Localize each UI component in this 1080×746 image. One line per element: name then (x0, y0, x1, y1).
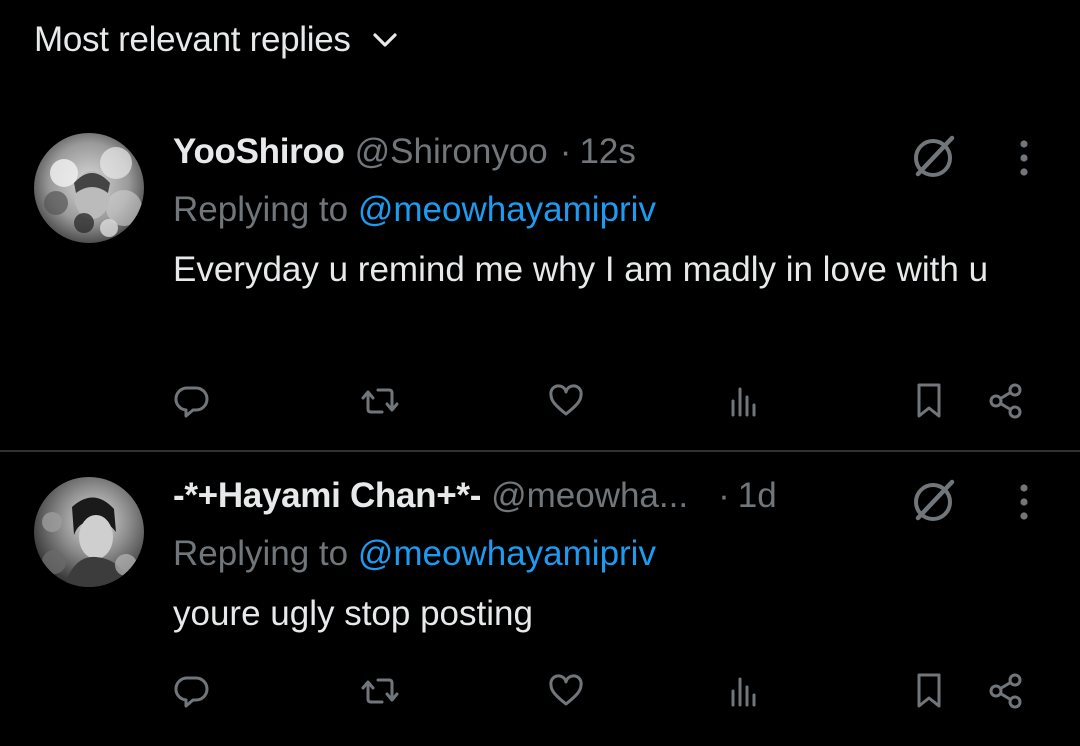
user-handle[interactable]: @meowha... (491, 476, 688, 516)
reply-text: youre ugly stop posting (173, 594, 533, 633)
bookmark-icon (911, 381, 947, 426)
display-name[interactable]: YooShiroo (173, 132, 345, 172)
divider (0, 450, 1080, 452)
views-icon (724, 673, 760, 714)
replying-to: Replying to @meowhayamipriv (173, 190, 656, 230)
replying-prefix: Replying to (173, 190, 349, 229)
chevron-down-icon (371, 26, 399, 54)
repost-button[interactable] (355, 378, 405, 428)
separator-dot: · (718, 476, 730, 515)
replying-to: Replying to @meowhayamipriv (173, 534, 656, 574)
grok-icon[interactable] (908, 130, 960, 182)
timestamp[interactable]: 1d (738, 476, 777, 516)
more-icon[interactable] (1010, 480, 1038, 524)
like-icon (547, 673, 585, 714)
grok-icon[interactable] (908, 474, 960, 526)
repost-button[interactable] (355, 668, 405, 718)
share-button[interactable] (981, 668, 1031, 718)
share-icon (986, 671, 1026, 716)
avatar[interactable] (34, 477, 144, 587)
reply-icon (174, 673, 210, 714)
like-button[interactable] (541, 378, 591, 428)
reply-button[interactable] (167, 668, 217, 718)
views-button[interactable] (717, 378, 767, 428)
like-icon (547, 383, 585, 424)
display-name[interactable]: -*+Hayami Chan+*- (173, 476, 481, 516)
bookmark-icon (911, 671, 947, 716)
reply-icon (174, 383, 210, 424)
reply-header: -*+Hayami Chan+*- @meowha... · 1d (173, 474, 777, 518)
reply-item[interactable]: -*+Hayami Chan+*- @meowha... · 1d Replyi… (0, 462, 1080, 746)
like-button[interactable] (541, 668, 591, 718)
action-bar (0, 378, 1080, 428)
timestamp[interactable]: 12s (579, 132, 635, 172)
reply-text: Everyday u remind me why I am madly in l… (173, 250, 989, 289)
action-bar (0, 668, 1080, 718)
bookmark-button[interactable] (904, 668, 954, 718)
avatar[interactable] (34, 133, 144, 243)
reply-item[interactable]: YooShiroo @Shironyoo · 12s Replying to @… (0, 118, 1080, 450)
replying-prefix: Replying to (173, 534, 349, 573)
share-button[interactable] (981, 378, 1031, 428)
reply-header: YooShiroo @Shironyoo · 12s (173, 130, 636, 174)
sort-label: Most relevant replies (34, 20, 351, 59)
bookmark-button[interactable] (904, 378, 954, 428)
reply-button[interactable] (167, 378, 217, 428)
repost-icon (360, 673, 400, 714)
separator-dot: · (559, 132, 572, 171)
repost-icon (360, 383, 400, 424)
mention-link[interactable]: @meowhayamipriv (358, 534, 656, 573)
sort-dropdown[interactable]: Most relevant replies (34, 14, 399, 66)
more-icon[interactable] (1010, 136, 1038, 180)
share-icon (986, 381, 1026, 426)
user-handle[interactable]: @Shironyoo (355, 132, 548, 172)
mention-link[interactable]: @meowhayamipriv (358, 190, 656, 229)
views-button[interactable] (717, 668, 767, 718)
views-icon (724, 383, 760, 424)
